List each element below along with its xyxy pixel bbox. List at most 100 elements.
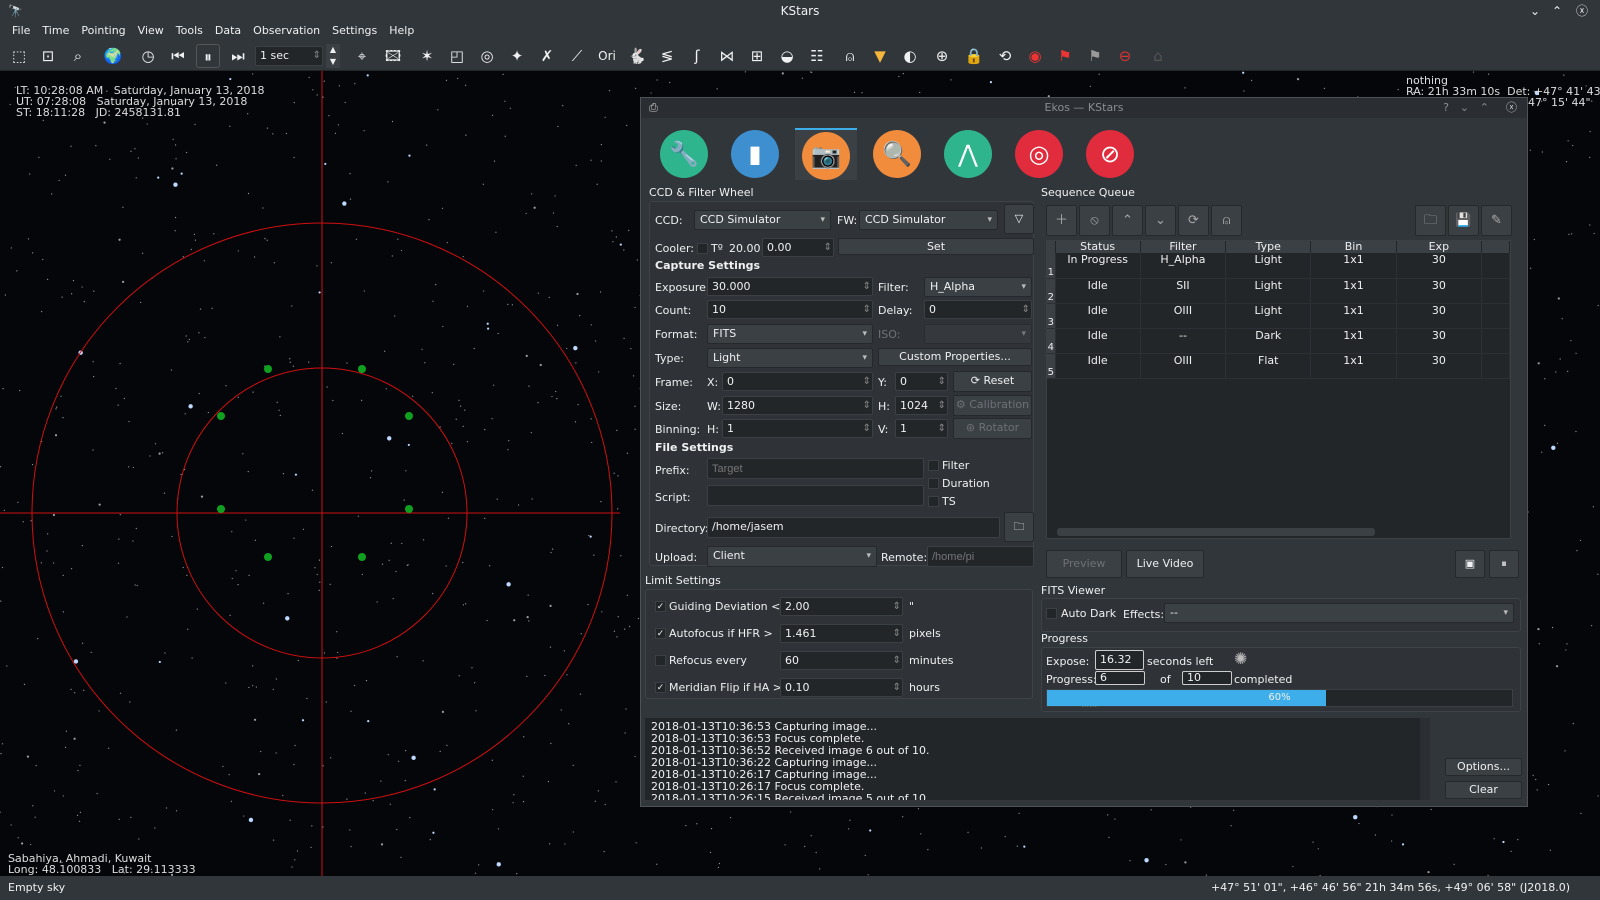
format-select[interactable]: FITS <box>707 324 873 344</box>
delay-input[interactable]: 0 <box>924 300 1032 319</box>
splitter-handle[interactable]: ⋯⋯ <box>1081 702 1097 711</box>
queue-row[interactable]: 2 Idle SII Light 1x1 30 <box>1047 278 1510 304</box>
ekos-minimize-button[interactable]: ⌄ <box>1460 98 1469 118</box>
limit-checkbox[interactable] <box>655 655 666 666</box>
ekos-close-button[interactable]: ⓧ <box>1506 98 1517 118</box>
queue-horizontal-scrollbar[interactable] <box>1057 528 1375 536</box>
limit-checkbox[interactable]: ✓ <box>655 628 666 639</box>
cooler-checkbox[interactable] <box>697 243 708 254</box>
bin-h-input[interactable]: 1 <box>722 419 873 438</box>
tab-setup[interactable]: 🔧 <box>653 128 715 180</box>
minimize-button[interactable]: ⌄ <box>1530 0 1540 22</box>
filter-select[interactable]: H_Alpha <box>924 277 1032 297</box>
limit-value-input[interactable]: 0.10 <box>780 678 903 697</box>
script-input[interactable] <box>707 485 924 506</box>
close-button[interactable]: ⓧ <box>1576 0 1588 22</box>
queue-row[interactable]: 1 In Progress H_Alpha Light 1x1 30 <box>1047 253 1510 279</box>
pause-icon[interactable]: ⏸ <box>196 44 220 68</box>
save-as-queue-button[interactable]: ✎ <box>1481 205 1512 236</box>
image-icon[interactable]: 🖾 <box>381 44 405 68</box>
column-header[interactable]: Bin <box>1310 241 1397 253</box>
tab-mount[interactable]: ⋀ <box>937 128 999 180</box>
lock-icon[interactable]: 🔒 <box>962 44 986 68</box>
effects-select[interactable]: -- <box>1164 603 1514 623</box>
search-icon[interactable]: ⌕ <box>66 44 90 68</box>
coordinate-grid-icon[interactable]: ⋈ <box>715 44 739 68</box>
zoom-out-icon[interactable]: ⊡ <box>36 44 60 68</box>
bin-v-input[interactable]: 1 <box>895 419 948 438</box>
column-header[interactable]: Status <box>1055 241 1141 253</box>
equatorial-grid-icon[interactable]: ⊞ <box>745 44 769 68</box>
gray-flag-icon[interactable]: ⚑ <box>1083 44 1107 68</box>
menu-time[interactable]: Time <box>36 22 75 40</box>
directory-input[interactable]: /home/jasem <box>707 517 1000 538</box>
menu-tools[interactable]: Tools <box>170 22 209 40</box>
mouse-icon[interactable]: ⍝ <box>838 44 862 68</box>
duration-checkbox[interactable] <box>928 478 939 489</box>
reset-queue-button[interactable]: ⟳ <box>1178 205 1209 236</box>
clock-icon[interactable]: ◷ <box>136 44 160 68</box>
record-icon[interactable]: ◉ <box>1023 44 1047 68</box>
tab-align[interactable]: ◎ <box>1008 128 1070 180</box>
rotate-icon[interactable]: ⟲ <box>993 44 1017 68</box>
tab-guide[interactable]: ⊘ <box>1079 128 1141 180</box>
ts-checkbox[interactable] <box>928 496 939 507</box>
add-job-button[interactable]: ＋ <box>1046 205 1077 236</box>
width-input[interactable]: 1280 <box>722 396 873 415</box>
ekos-maximize-button[interactable]: ⌃ <box>1480 98 1489 118</box>
reset-frame-button[interactable]: ⟳ Reset <box>953 371 1032 392</box>
step-back-icon[interactable]: ⏮ <box>166 44 190 68</box>
constellation-art-icon[interactable]: 🐇 <box>625 44 649 68</box>
user-icon[interactable]: ⍝ <box>1211 205 1242 236</box>
filter-checkbox[interactable] <box>928 460 939 471</box>
maximize-button[interactable]: ⌃ <box>1552 0 1562 22</box>
constellation-names-icon[interactable]: Ori <box>595 44 619 68</box>
clear-log-button[interactable]: Clear <box>1445 781 1522 799</box>
help-button[interactable]: ? <box>1443 98 1449 118</box>
telescope-crosshair-icon[interactable]: ⊕ <box>930 44 954 68</box>
step-forward-icon[interactable]: ⏭ <box>226 44 250 68</box>
zoom-in-icon[interactable]: ⬚ <box>7 44 31 68</box>
queue-row[interactable]: 5 Idle OIII Flat 1x1 30 <box>1047 353 1510 379</box>
log-scrollbar[interactable] <box>1420 718 1430 800</box>
stars-icon[interactable]: ✶ <box>415 44 439 68</box>
menu-view[interactable]: View <box>132 22 170 40</box>
fov-icon[interactable]: ◐ <box>898 44 922 68</box>
options-button[interactable]: Options... <box>1445 758 1522 776</box>
exposure-input[interactable]: 30.000 <box>707 277 873 296</box>
limit-checkbox[interactable]: ✓ <box>655 682 666 693</box>
solar-system-icon[interactable]: ◎ <box>475 44 499 68</box>
menu-data[interactable]: Data <box>209 22 247 40</box>
move-up-button[interactable]: ⌃ <box>1112 205 1143 236</box>
time-step-spinner[interactable]: ▲ ▼ <box>326 44 340 68</box>
ccd-select[interactable]: CCD Simulator <box>694 210 831 230</box>
live-video-button[interactable]: Live Video <box>1126 550 1204 578</box>
auto-dark-checkbox[interactable] <box>1046 608 1057 619</box>
queue-row[interactable]: 3 Idle OIII Light 1x1 30 <box>1047 303 1510 329</box>
observatory-icon[interactable]: ⌂ <box>1146 44 1170 68</box>
column-header[interactable]: Exp <box>1396 241 1483 253</box>
limit-value-input[interactable]: 2.00 <box>780 597 903 616</box>
move-down-button[interactable]: ⌄ <box>1145 205 1176 236</box>
tab-capture[interactable]: 📷 <box>795 128 857 180</box>
browse-directory-button[interactable]: 🗀 <box>1004 512 1034 542</box>
save-queue-button[interactable]: 💾 <box>1448 205 1479 236</box>
set-temperature-button[interactable]: Set <box>838 238 1034 255</box>
tab-focus[interactable]: 🔍 <box>866 128 928 180</box>
stop-icon[interactable]: ⊖ <box>1113 44 1137 68</box>
column-header[interactable]: Type <box>1225 241 1312 253</box>
frame-x-input[interactable]: 0 <box>722 372 873 391</box>
temperature-target-input[interactable]: 0.00 <box>762 238 834 257</box>
menu-help[interactable]: Help <box>383 22 420 40</box>
limit-checkbox[interactable]: ✓ <box>655 601 666 612</box>
stop-preview-button[interactable]: ▣ <box>1455 550 1485 578</box>
boundaries-icon[interactable]: ≶ <box>655 44 679 68</box>
red-flag-icon[interactable]: ⚑ <box>1053 44 1077 68</box>
satellite-icon[interactable]: ✗ <box>535 44 559 68</box>
time-step-input[interactable]: 1 sec <box>255 46 323 66</box>
ekos-icon[interactable]: ▼ <box>868 44 892 68</box>
prefix-input[interactable] <box>707 458 924 479</box>
fw-select[interactable]: CCD Simulator <box>859 210 998 230</box>
type-select[interactable]: Light <box>707 348 873 368</box>
list-icon[interactable]: ☷ <box>805 44 829 68</box>
